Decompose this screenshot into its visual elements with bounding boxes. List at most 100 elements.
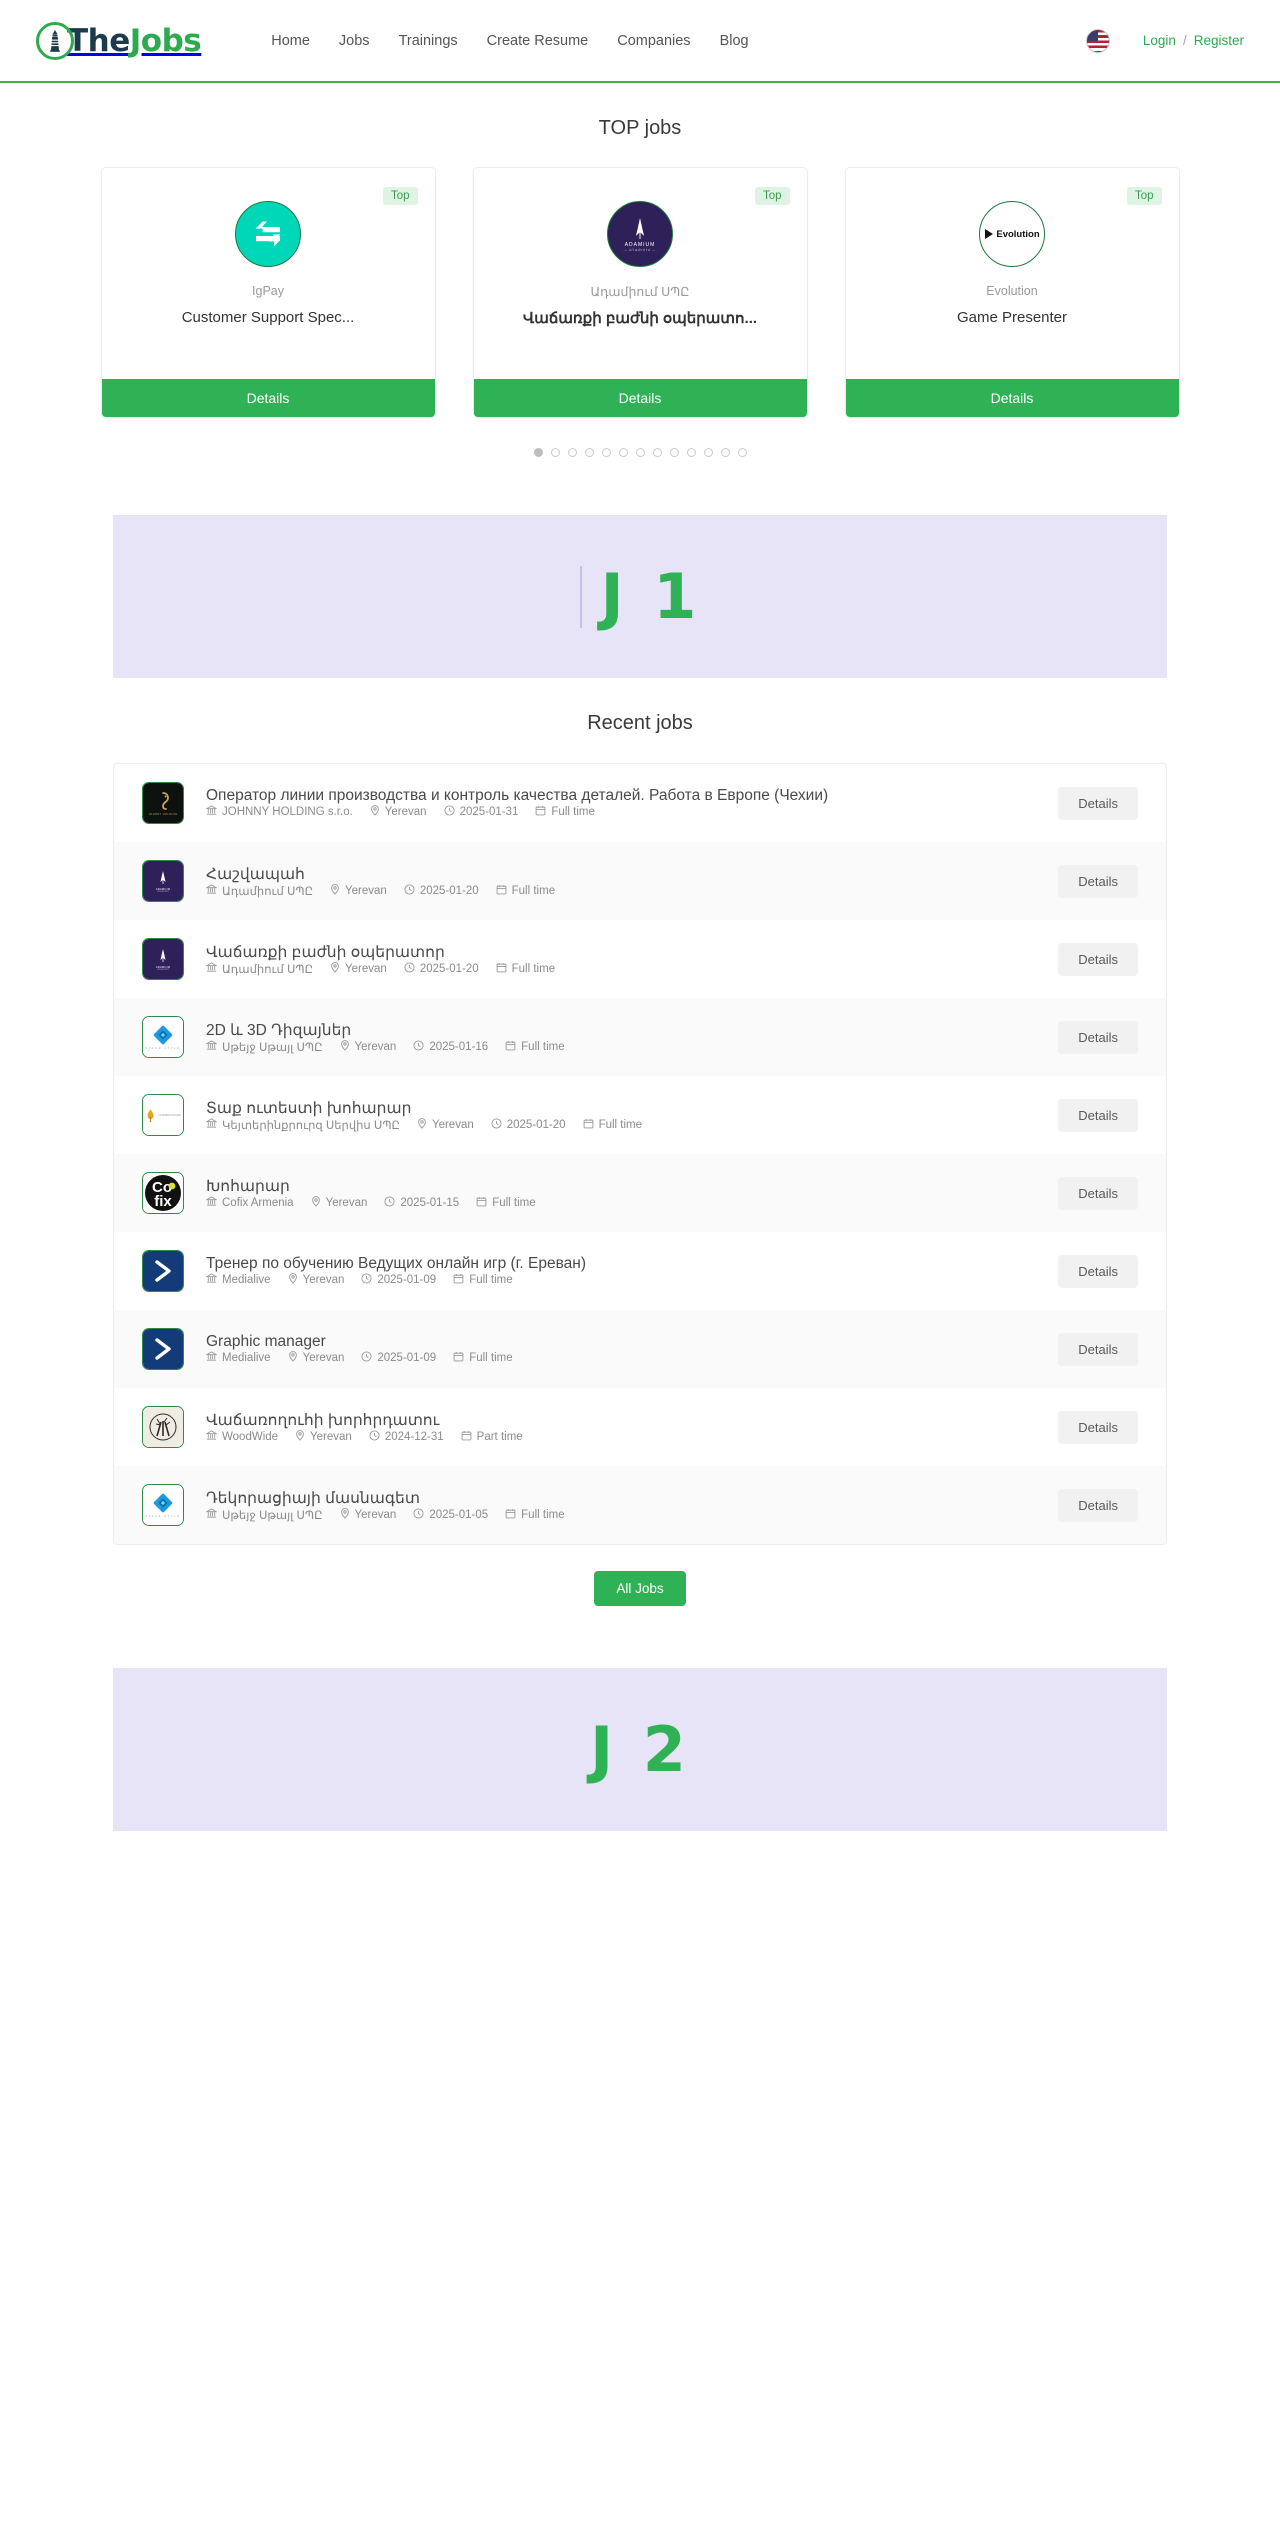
job-list-item[interactable]: STAGE STYLE 2D և 3D Դիզայներ Սթեյջ Սթայլ Ս… [114,998,1166,1076]
carousel-dot[interactable] [584,448,594,457]
auth-separator: / [1182,33,1187,48]
job-list-item[interactable]: STAGE STYLE Դեկորացիայի մասնագետ Սթեյջ Սթա… [114,1466,1166,1544]
bank-icon [205,1039,218,1054]
job-meta: Ադամիում ՍՊԸ Yerevan 2025-01-20 Full time [205,883,1036,898]
top-job-card[interactable]: Top Evolution Evolution Game Presenter D… [844,167,1180,418]
job-company-label: Կեյտերինքրուրզ Սերվիս ՍՊԸ [222,1119,400,1132]
carousel-dot[interactable] [703,448,713,457]
nav-item-home[interactable]: Home [271,33,310,49]
job-list-item[interactable]: ADAMIUM ԱԴԱՄԻՈՒՄ Վաճառքի բաժնի օպերատոր Ադա… [114,920,1166,998]
carousel-dot[interactable] [601,448,611,457]
job-date-label: 2025-01-05 [429,1508,489,1521]
job-list-item[interactable]: Graphic manager Medialive Yerevan 2025-01-0… [114,1310,1166,1388]
job-type-label: Full time [492,1196,536,1209]
login-link[interactable]: Login [1143,33,1176,48]
job-list-item[interactable]: JOHNNY HOLDING Оператор линии производств… [114,764,1166,842]
details-button[interactable]: Details [1058,1098,1138,1132]
bank-icon [205,1273,218,1287]
bank-icon [205,1507,218,1522]
all-jobs-button[interactable]: All Jobs [594,1571,686,1606]
job-date-label: 2025-01-09 [377,1274,437,1286]
recent-jobs-list: JOHNNY HOLDING Оператор линии производств… [113,763,1167,1545]
details-button[interactable]: Details [1058,1020,1138,1054]
nav-item-create-resume[interactable]: Create Resume [487,33,589,49]
details-button[interactable]: Details [1058,1332,1138,1366]
job-list-item[interactable]: Վաճառողուհի խորհրդատու WoodWide Yerevan 202… [114,1388,1166,1466]
carousel-dot[interactable] [737,448,747,457]
job-list-item[interactable]: Co fix Խոհարար Cofix Armenia Yerevan 2025-01-… [114,1154,1166,1232]
carousel-dot[interactable] [720,448,730,457]
carousel-dot[interactable] [533,448,543,457]
job-date-label: 2025-01-20 [419,884,479,897]
job-type-label: Full time [598,1118,643,1131]
nav-item-trainings[interactable]: Trainings [399,33,458,49]
job-title: Տաք ուտեստի խոհարար [206,1099,412,1117]
site-header: TheJobs Home Jobs Trainings Create Resum… [0,0,1280,83]
carousel-dot[interactable] [686,448,696,457]
carousel-dot[interactable] [550,448,560,457]
job-type: Part time [461,1430,523,1444]
job-meta: Cofix Armenia Yerevan 2025-01-15 Full time [205,1195,1036,1210]
job-location: Yerevan [311,1195,367,1210]
details-button[interactable]: Details [1058,942,1138,976]
details-button[interactable]: Details [473,379,807,417]
carousel-dot[interactable] [567,448,577,457]
ad-banner-2[interactable]: J 2 [113,1668,1167,1831]
job-list-item[interactable]: Тренер по обучению Ведущих онлайн игр (г… [114,1232,1166,1310]
calendar-icon [453,1273,464,1287]
details-button[interactable]: Details [1058,1488,1138,1522]
job-title: Graphic manager [206,1333,326,1350]
site-logo[interactable]: TheJobs [36,21,202,60]
job-list-item[interactable]: ADAMIUM ԱԴԱՄԻՈՒՄ Հաշվապահ Ադամիում ՍՊԸ Yerev… [114,842,1166,920]
details-button[interactable]: Details [1058,786,1138,820]
job-company: Ադամիում ՍՊԸ [205,883,313,898]
job-meta: Ադամիում ՍՊԸ Yerevan 2025-01-20 Full time [205,961,1036,976]
johnny-holding-logo-icon: JOHNNY HOLDING [142,782,184,824]
ad-banner-label: J 2 [590,1713,690,1786]
ad-banner-1[interactable]: J 1 [113,515,1167,678]
carousel-dot[interactable] [618,448,628,457]
job-location-label: Yerevan [384,806,427,818]
job-title: Վաճառքի բաժնի օպերատոր [206,943,445,961]
job-title: Հաշվապահ [206,865,305,883]
nav-item-jobs[interactable]: Jobs [339,33,370,49]
card-company-name: Evolution [986,284,1038,298]
details-button[interactable]: Details [1058,1410,1138,1444]
job-location-label: Yerevan [354,1040,397,1053]
lighthouse-icon [36,21,74,60]
nav-item-blog[interactable]: Blog [720,33,749,49]
job-title: Тренер по обучению Ведущих онлайн игр (г… [206,1255,587,1272]
top-job-card[interactable]: Top ADAMIUM — ԱԴԱՄԻՈՒՄ — Ադամիում ՍՊԸ Վա… [472,167,808,418]
job-title: Վաճառողուհի խորհրդատու [206,1411,440,1429]
job-type: Full time [505,1508,565,1522]
details-button[interactable]: Details [1058,1176,1138,1210]
details-button[interactable]: Details [1058,1254,1138,1288]
details-button[interactable]: Details [101,379,435,417]
medialive-logo-icon [142,1328,184,1370]
location-pin-icon [370,805,380,819]
us-flag-icon[interactable] [1086,29,1109,52]
job-info: Դեկորացիայի մասնագետ Սթեյջ Սթայլ ՍՊԸ Yerev… [205,1489,1036,1522]
header-right-area: Login / Register [1086,29,1244,52]
location-pin-icon [295,1429,305,1444]
job-company-label: Medialive [222,1352,271,1364]
woodwide-logo-icon [142,1406,184,1448]
job-type-label: Full time [551,806,595,818]
top-job-card[interactable]: Top IgPay Customer Support Spec... Detai… [100,167,436,418]
job-list-item[interactable]: CATERINGCRUISE Տաք ուտեստի խոհարար Կեյտերի… [114,1076,1166,1154]
details-button[interactable]: Details [1058,864,1138,898]
job-location-label: Yerevan [302,1274,345,1286]
job-company-label: Սթեյջ Սթայլ ՍՊԸ [222,1509,323,1522]
nav-item-companies[interactable]: Companies [617,33,690,49]
card-company-name: IgPay [252,284,284,298]
evolution-logo-icon: Evolution [979,201,1045,267]
carousel-dot[interactable] [669,448,679,457]
carousel-dot[interactable] [635,448,645,457]
job-location-label: Yerevan [431,1118,474,1131]
ad-divider [579,565,582,628]
register-link[interactable]: Register [1194,33,1244,48]
clock-icon [404,961,415,976]
carousel-dot[interactable] [652,448,662,457]
bank-icon [205,1195,218,1210]
details-button[interactable]: Details [845,379,1179,417]
